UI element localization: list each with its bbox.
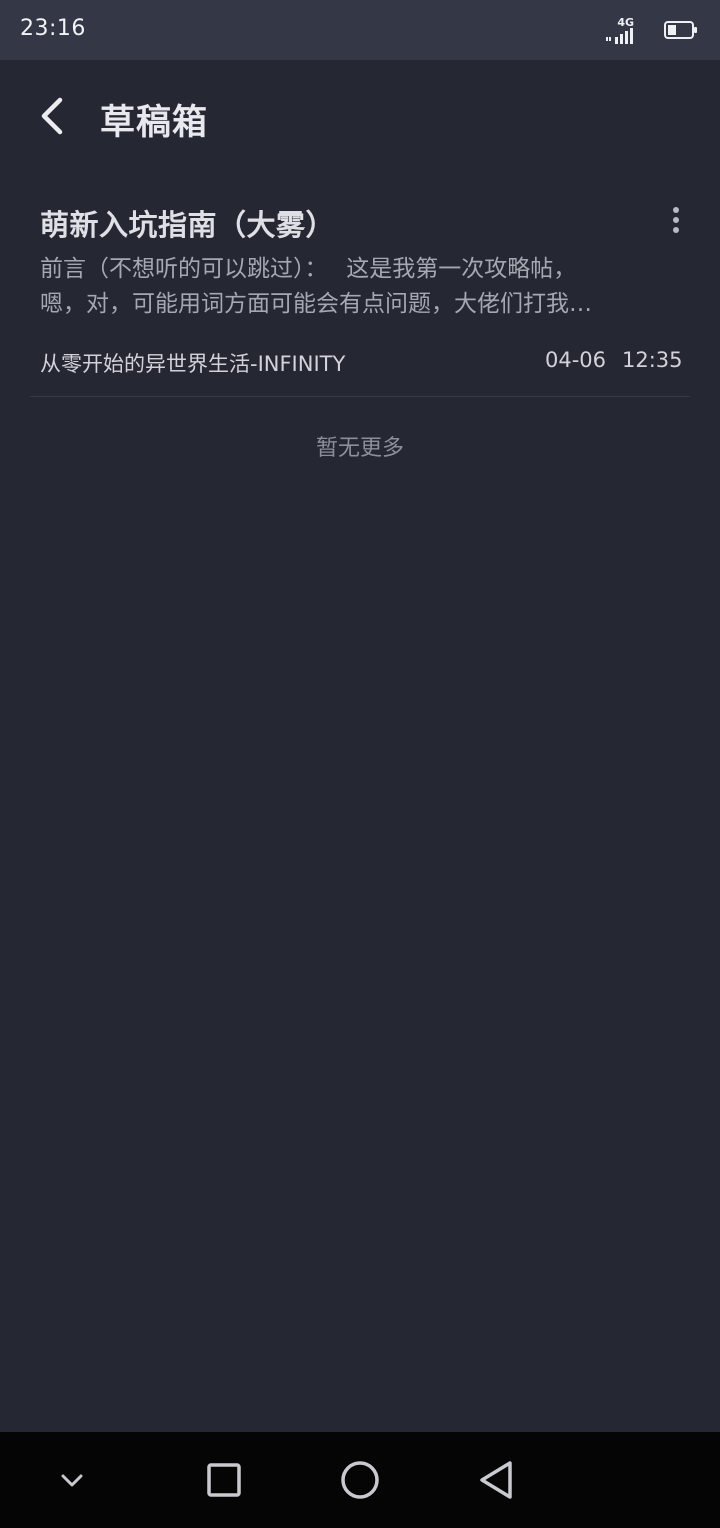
- page-title: 草稿箱: [100, 103, 209, 143]
- status-time: 23:16: [20, 16, 86, 41]
- draft-date: 04-06: [545, 348, 607, 372]
- signal-icon: [606, 28, 633, 44]
- draft-excerpt-line: 嗯，对，可能用词方面可能会有点问题，大佬们打我…: [40, 291, 592, 317]
- back-button[interactable]: [30, 88, 78, 144]
- battery-icon: [664, 21, 697, 39]
- draft-excerpt: 前言（不想听的可以跳过）： 这是我第一次攻略帖， 嗯，对，可能用词方面可能会有点…: [40, 252, 670, 322]
- draft-time: 12:35: [622, 348, 683, 372]
- chevron-down-icon: [61, 1474, 83, 1487]
- draft-excerpt-line: 前言（不想听的可以跳过）： 这是我第一次攻略帖，: [40, 256, 577, 282]
- status-icons: 4G: [578, 14, 698, 46]
- draft-title: 萌新入坑指南（大雾）: [40, 208, 336, 242]
- more-vertical-icon: [673, 207, 679, 213]
- status-bar: 23:16 4G: [0, 0, 720, 60]
- triangle-back-icon: [480, 1461, 512, 1499]
- square-icon: [207, 1463, 241, 1497]
- system-nav-bar: [0, 1432, 720, 1528]
- hide-nav-button[interactable]: [46, 1454, 98, 1506]
- list-end-label: 暂无更多: [315, 436, 404, 461]
- draft-source: 从零开始的异世界生活-INFINITY: [40, 352, 346, 376]
- back-nav-button[interactable]: [470, 1454, 522, 1506]
- chevron-left-icon: [41, 97, 63, 135]
- draft-list-item[interactable]: 萌新入坑指南（大雾） 前言（不想听的可以跳过）： 这是我第一次攻略帖， 嗯，对，…: [0, 190, 720, 397]
- recents-button[interactable]: [198, 1454, 250, 1506]
- home-button[interactable]: [334, 1454, 386, 1506]
- app-bar: 草稿箱: [0, 60, 720, 172]
- more-options-button[interactable]: [656, 200, 696, 240]
- circle-icon: [341, 1461, 379, 1499]
- list-divider: [30, 396, 690, 397]
